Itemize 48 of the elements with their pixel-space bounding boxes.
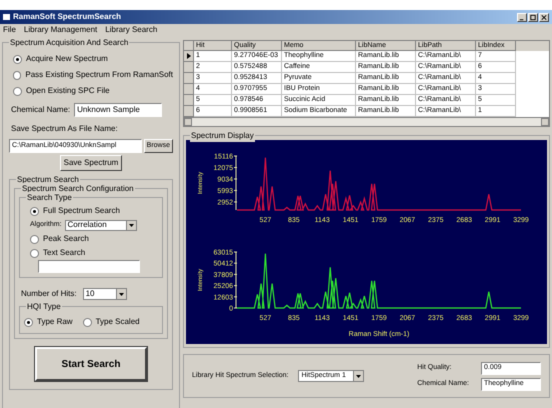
radio-label: Open Existing SPC File (26, 85, 110, 97)
dropdown-button[interactable] (353, 371, 364, 382)
button[interactable]: Save Spectrum (60, 155, 122, 171)
text-field[interactable]: Unknown Sample (74, 103, 162, 117)
group-title: Spectrum Display (190, 130, 255, 142)
radio-button[interactable] (30, 248, 39, 258)
radio-button[interactable] (13, 54, 22, 64)
dropdown-value: 10 (86, 288, 94, 300)
group-title: Spectrum Acquisition And Search (9, 37, 130, 49)
dropdown-value: Correlation (68, 219, 107, 231)
dropdown[interactable]: Correlation (64, 220, 137, 230)
button[interactable]: Start Search (35, 347, 147, 381)
text-field[interactable] (38, 260, 140, 273)
y-axis (234, 252, 238, 309)
row-selector[interactable] (184, 51, 194, 62)
horizontal-scrollbar[interactable] (184, 118, 549, 126)
menu-item[interactable]: Library Search (105, 24, 158, 36)
y-axis (234, 156, 238, 211)
menu-item[interactable]: File (3, 24, 16, 36)
group-title: HQI Type (26, 301, 62, 313)
caret-icon[interactable] (356, 374, 362, 378)
caret-icon[interactable] (128, 224, 134, 226)
radio-button[interactable] (24, 318, 33, 326)
dropdown[interactable]: 10 (82, 288, 127, 300)
triangle-icon (186, 53, 190, 59)
radio-label: Acquire New Spectrum (26, 53, 108, 65)
radio-label: Pass Existing Spectrum From RamanSoft (25, 69, 173, 81)
field-label: Save Spectrum As File Name: (11, 123, 119, 135)
radio-label: Full Spectrum Search (43, 205, 120, 217)
radio-button[interactable] (30, 234, 39, 244)
radio-label: Type Scaled (96, 316, 140, 328)
caret-icon[interactable] (118, 292, 124, 296)
dropdown-button[interactable] (116, 289, 126, 299)
radio-button[interactable] (13, 70, 22, 80)
field-label: Chemical Name: (11, 104, 70, 116)
app-icon (3, 14, 10, 20)
dropdown-button[interactable] (126, 220, 136, 230)
menu-item[interactable]: Library Management (24, 24, 98, 36)
window-title: RamanSoft SpectrumSearch (13, 11, 122, 23)
radio-button[interactable] (82, 318, 92, 326)
field-label: Number of Hits: (21, 288, 77, 300)
group-title: Spectrum Search Configuration (21, 183, 135, 195)
radio-label: Type Raw (37, 316, 73, 328)
radio-button[interactable] (13, 86, 22, 96)
radio-button[interactable] (30, 206, 39, 216)
radio-label: Text Search (43, 247, 86, 259)
radio-label: Peak Search (43, 233, 89, 245)
group-title: Search Type (26, 192, 73, 204)
